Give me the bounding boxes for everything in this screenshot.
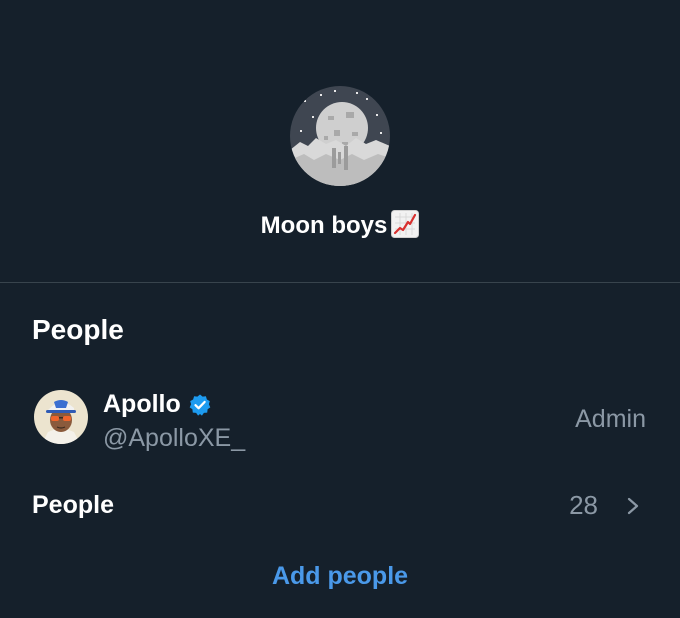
verified-badge-icon bbox=[189, 394, 211, 416]
member-row[interactable]: Apollo @ApolloXE_ Admin bbox=[0, 380, 680, 456]
member-role: Admin bbox=[575, 405, 646, 433]
group-header: Moon boys bbox=[0, 0, 680, 282]
group-avatar[interactable] bbox=[290, 86, 390, 186]
people-count: 28 bbox=[569, 490, 598, 520]
chart-increasing-icon bbox=[391, 210, 420, 238]
member-handle: @ApolloXE_ bbox=[103, 424, 246, 452]
avatar[interactable] bbox=[34, 390, 88, 444]
people-section-title: People bbox=[32, 314, 124, 345]
chevron-right-icon bbox=[627, 497, 639, 515]
people-row-label: People bbox=[32, 491, 114, 519]
people-row[interactable]: People 28 bbox=[0, 480, 680, 530]
member-name: Apollo bbox=[103, 390, 181, 418]
add-people-button[interactable]: Add people bbox=[0, 558, 680, 594]
group-name: Moon boys bbox=[260, 212, 388, 239]
group-name-row: Moon boys bbox=[0, 208, 680, 244]
cartoon-avatar-icon bbox=[34, 390, 88, 444]
section-divider bbox=[0, 282, 680, 283]
moon-pixel-art-icon bbox=[290, 86, 390, 186]
